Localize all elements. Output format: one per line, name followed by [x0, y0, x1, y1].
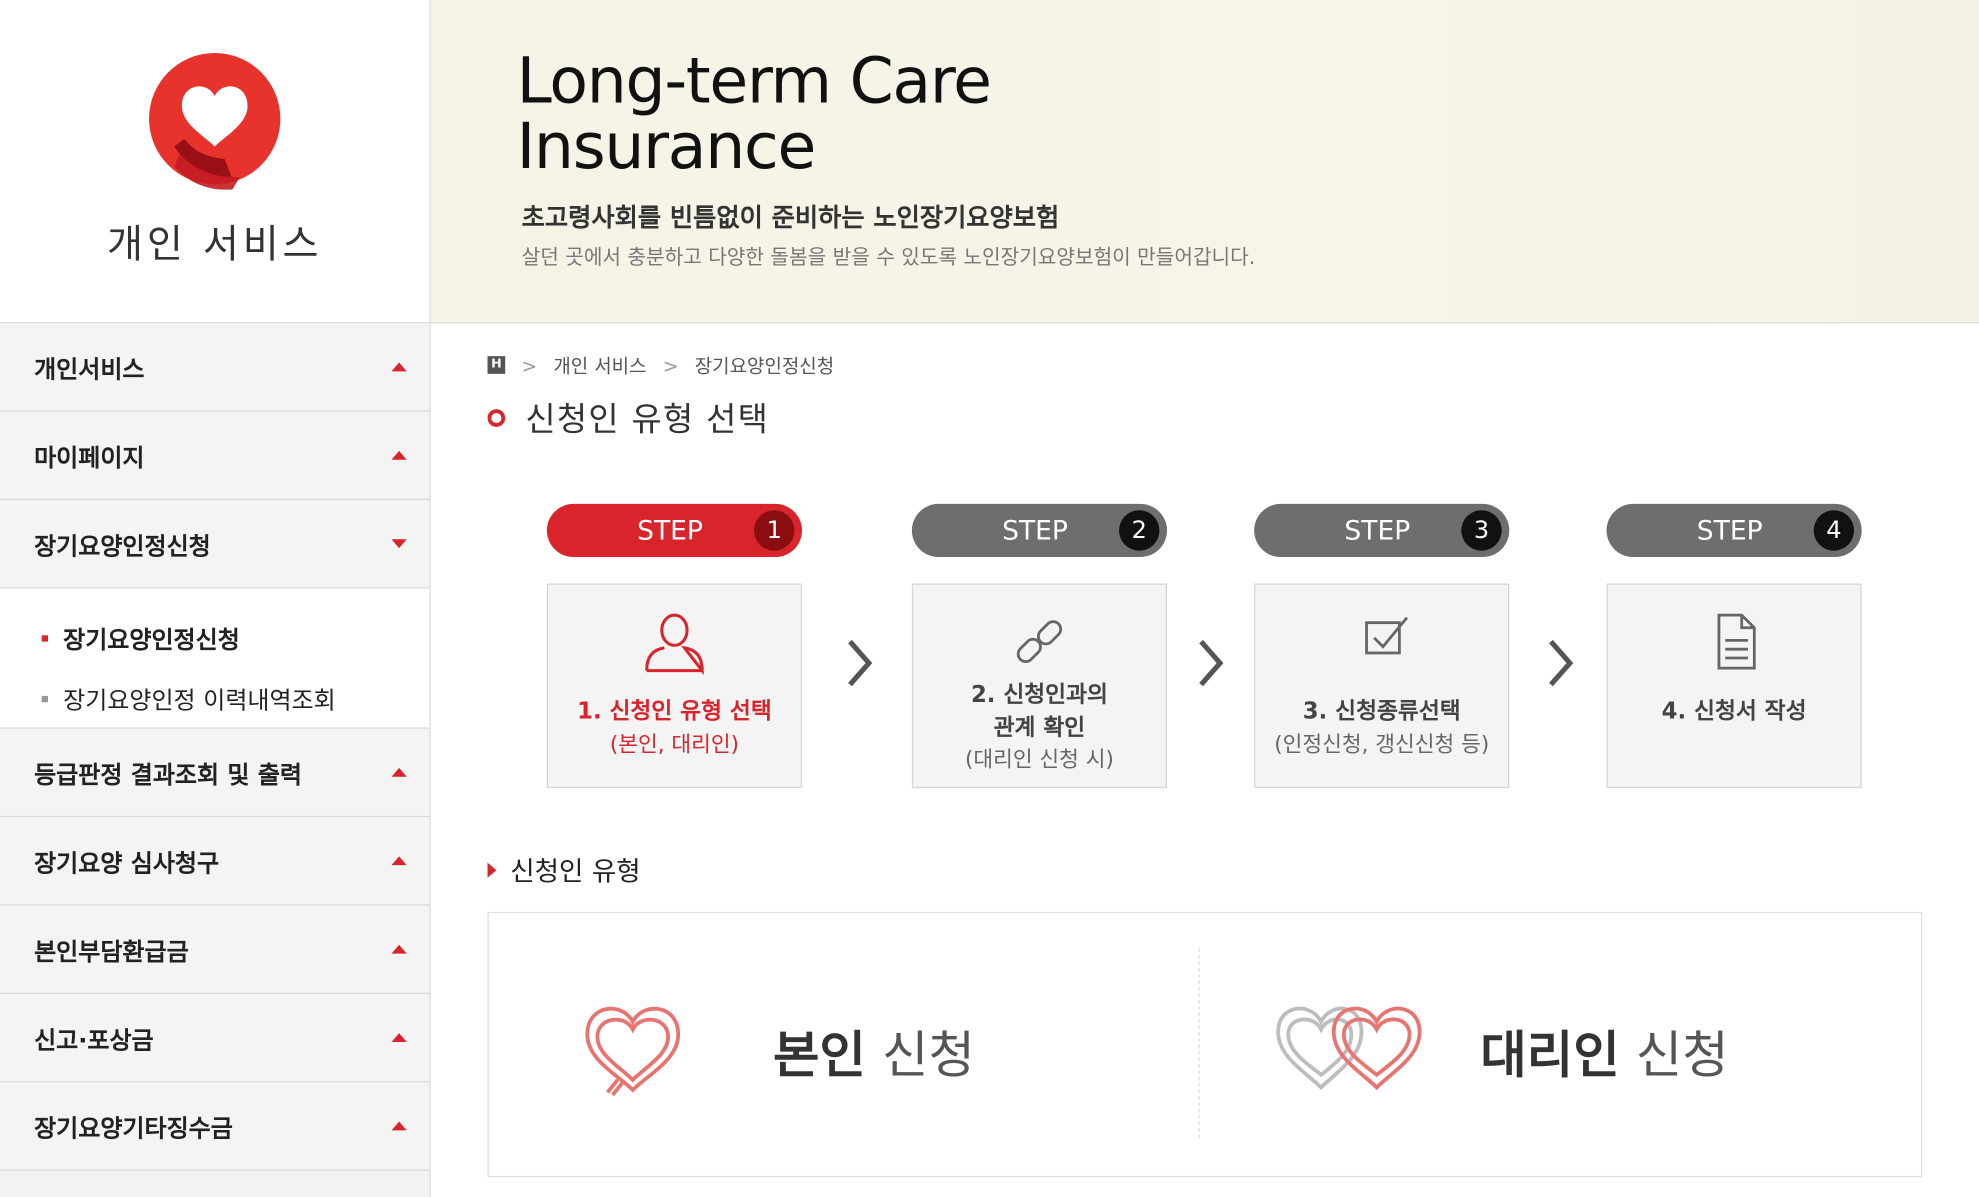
self-application-label: 본인 신청 [773, 1014, 975, 1087]
step-card-2: 2. 신청인과의 관계 확인 (대리인 신청 시) [911, 583, 1168, 789]
ring-bullet-icon [487, 408, 506, 427]
sidebar-nav: 개인서비스 마이페이지 장기요양인정신청 장기요양인정신청 장기요양인정 이력내… [0, 323, 431, 1197]
sidebar-subnav: 장기요양인정신청 장기요양인정 이력내역조회 [0, 588, 430, 729]
subnav-item-label: 장기요양인정 이력내역조회 [63, 687, 336, 715]
sidebar-item-other-charges[interactable]: 장기요양기타징수금 [0, 1082, 430, 1171]
section-heading: 신청인 유형 [487, 851, 641, 889]
sidebar-item-mypage[interactable]: 마이페이지 [0, 411, 430, 501]
sidebar-item-ltc-application[interactable]: 장기요양인정신청 [0, 500, 430, 589]
sidebar-item-refund[interactable]: 본인부담환급금 [0, 905, 430, 994]
step-card-1: 1. 신청인 유형 선택 (본인, 대리인) [546, 583, 803, 789]
section-logo-box: 개인 서비스 [0, 0, 431, 324]
banner-title-line2: Insurance [516, 109, 817, 184]
heart-icon [585, 1006, 681, 1097]
expand-arrow-icon [391, 944, 407, 954]
person-icon [645, 613, 704, 676]
step-card-note: (인정신청, 갱신신청 등) [1274, 732, 1490, 758]
chevron-right-icon [1549, 639, 1574, 687]
sidebar-item-label: 등급판정 결과조회 및 출력 [34, 761, 303, 790]
sidebar-item-grade-result[interactable]: 등급판정 결과조회 및 출력 [0, 728, 430, 818]
home-icon[interactable]: H [487, 355, 506, 374]
step-card-3: 3. 신청종류선택 (인정신청, 갱신신청 등) [1254, 583, 1510, 789]
self-application-option[interactable]: 본인 신청 [489, 913, 1199, 1176]
subnav-item-history[interactable]: 장기요양인정 이력내역조회 [41, 682, 336, 716]
breadcrumb-level1[interactable]: 개인 서비스 [553, 355, 646, 378]
step-card-note: (대리인 신청 시) [964, 747, 1114, 773]
bullet-icon [41, 695, 48, 703]
step-card-4: 4. 신청서 작성 [1606, 583, 1862, 789]
step-card-title-line1: 2. 신청인과의 [970, 682, 1108, 709]
banner-title: Long-term Care Insurance [516, 44, 992, 184]
proxy-application-option[interactable]: 대리인 신청 [1200, 913, 1922, 1176]
step-pill-2: STEP 2 [911, 503, 1168, 557]
sidebar-item-label: 본인부담환급금 [34, 938, 189, 967]
step-number: 2 [1119, 510, 1160, 551]
step-pill-1: STEP 1 [546, 503, 803, 557]
chevron-right-icon [1199, 639, 1224, 687]
chevron-right-icon: > [521, 354, 538, 378]
document-icon [1717, 613, 1756, 670]
expand-arrow-icon [391, 362, 407, 372]
breadcrumb-level2[interactable]: 장기요양인정신청 [695, 355, 834, 378]
bullet-icon [41, 635, 48, 642]
breadcrumb: H > 개인 서비스 > 장기요양인정신청 [487, 352, 834, 379]
expand-arrow-icon [391, 767, 407, 777]
proxy-application-label-bold: 대리인 [1480, 1026, 1620, 1085]
step-card-title: 4. 신청서 작성 [1661, 698, 1807, 725]
link-icon [1016, 620, 1063, 663]
step-number: 4 [1813, 510, 1855, 551]
expand-arrow-icon [391, 856, 407, 866]
step-number: 1 [754, 510, 795, 551]
proxy-application-label: 대리인 신청 [1480, 1014, 1728, 1087]
checkbox-icon [1365, 616, 1409, 655]
sidebar-item-label: 장기요양인정신청 [34, 532, 211, 561]
banner-description: 살던 곳에서 충분하고 다양한 돌봄을 받을 수 있도록 노인장기요양보험이 만… [521, 245, 1256, 270]
chevron-right-icon: > [662, 354, 679, 378]
triangle-bullet-icon [487, 862, 497, 878]
step-pill-4: STEP 4 [1606, 503, 1862, 557]
sidebar-item-review-request[interactable]: 장기요양 심사청구 [0, 817, 430, 906]
double-heart-icon [1276, 1006, 1422, 1091]
sidebar-item-label: 개인서비스 [34, 356, 145, 384]
collapse-arrow-icon [391, 539, 407, 549]
sidebar-item-report-reward[interactable]: 신고·포상금 [0, 993, 430, 1083]
proxy-application-label-rest: 신청 [1619, 1026, 1729, 1085]
banner-title-line1: Long-term Care [516, 44, 992, 118]
step-number: 3 [1461, 510, 1502, 551]
page: 개인 서비스 개인서비스 마이페이지 장기요양인정신청 장기요양인정신청 장기요… [0, 0, 1979, 1197]
self-application-label-rest: 신청 [865, 1026, 975, 1085]
subnav-item-label: 장기요양인정신청 [63, 626, 240, 655]
section-heading-text: 신청인 유형 [510, 856, 641, 887]
expand-arrow-icon [391, 450, 407, 460]
step-card-title-line2: 관계 확인 [993, 714, 1086, 742]
page-title: 신청인 유형 선택 [487, 394, 770, 441]
sidebar-item-label: 장기요양 심사청구 [34, 849, 220, 878]
page-title-text: 신청인 유형 선택 [525, 401, 770, 440]
sidebar-item-personal-service[interactable]: 개인서비스 [0, 323, 430, 412]
step-card-title: 1. 신청인 유형 선택 [577, 698, 772, 725]
subnav-item-application[interactable]: 장기요양인정신청 [41, 621, 240, 655]
self-application-label-bold: 본인 [772, 1026, 866, 1085]
care-heart-logo-icon [149, 53, 281, 190]
step-pill-3: STEP 3 [1254, 503, 1510, 557]
expand-arrow-icon [391, 1121, 407, 1131]
sidebar-item-label: 장기요양기타징수금 [34, 1115, 233, 1144]
applicant-type-box: 본인 신청 대리인 신청 [487, 911, 1923, 1178]
section-title: 개인 서비스 [107, 222, 323, 268]
chevron-right-icon [848, 639, 873, 687]
hero-banner: Long-term Care Insurance 초고령사회를 빈틈없이 준비하… [430, 0, 1979, 324]
step-card-note: (본인, 대리인) [609, 732, 740, 758]
sidebar-item-label: 마이페이지 [34, 444, 145, 473]
banner-subtitle: 초고령사회를 빈틈없이 준비하는 노인장기요양보험 [521, 202, 1060, 233]
sidebar-item-label: 신고·포상금 [34, 1026, 154, 1055]
expand-arrow-icon [391, 1033, 407, 1042]
step-card-title: 3. 신청종류선택 [1302, 698, 1461, 725]
